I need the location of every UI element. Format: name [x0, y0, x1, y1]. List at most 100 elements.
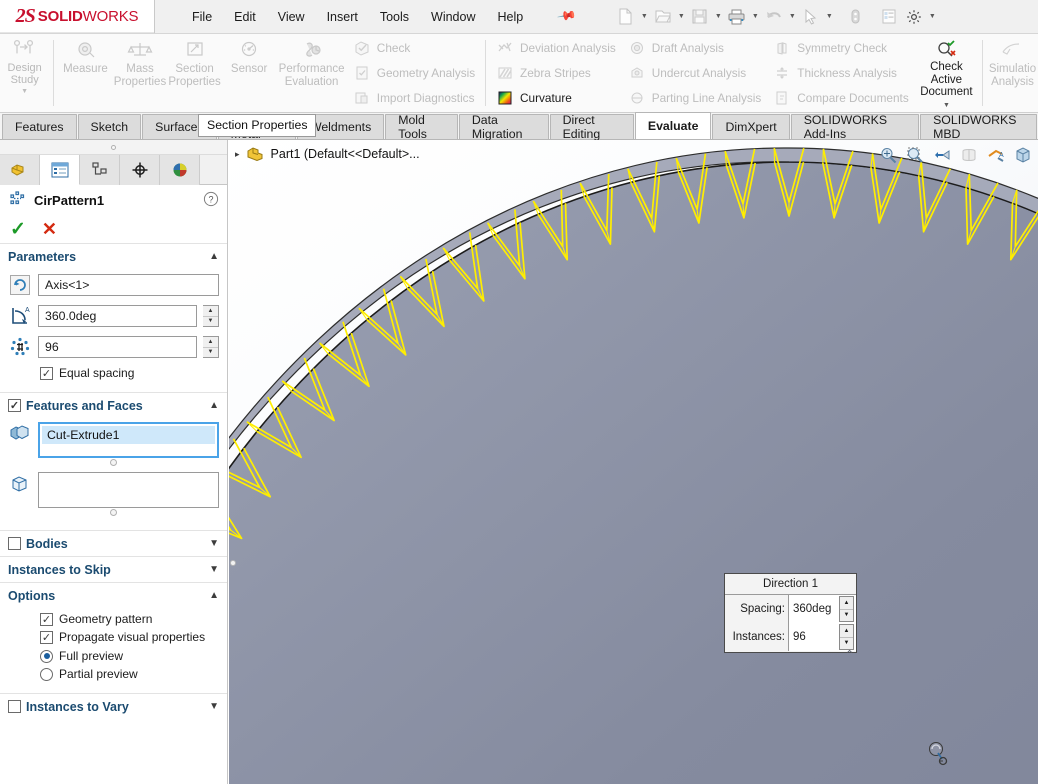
geometry-analysis-button[interactable]: Geometry Analysis	[349, 61, 479, 86]
select-cursor-caret[interactable]	[824, 5, 835, 29]
symmetry-check-button[interactable]: Symmetry Check	[769, 36, 912, 61]
menu-item-tools[interactable]: Tools	[369, 6, 420, 28]
draft-analysis-button[interactable]: Draft Analysis	[624, 36, 766, 61]
feature-tree-icon[interactable]	[0, 155, 40, 185]
cancel-button[interactable]: ✕	[42, 220, 57, 238]
menu-item-view[interactable]: View	[267, 6, 316, 28]
section-features-and-faces-header[interactable]: ✓ Features and Faces ▲	[0, 392, 227, 418]
chevron-up-icon[interactable]: ▲	[209, 251, 219, 262]
solidworks-logo[interactable]: 2S SOLIDWORKS	[0, 0, 155, 33]
callout-collapse-chevron-icon[interactable]: ⌃	[845, 648, 854, 661]
tab-features[interactable]: Features	[2, 114, 77, 139]
curvature-button[interactable]: Curvature	[492, 85, 620, 110]
propagate-visual-properties-checkbox[interactable]: ✓	[40, 630, 53, 644]
full-preview-radio[interactable]	[40, 649, 53, 663]
menu-item-window[interactable]: Window	[420, 6, 486, 28]
geometry-pattern-checkbox[interactable]: ✓	[40, 612, 53, 626]
tab-dimxpert[interactable]: DimXpert	[712, 114, 790, 139]
check-button[interactable]: Check	[349, 36, 479, 61]
new-document-caret[interactable]	[639, 5, 650, 29]
design-study-dropdown[interactable]	[21, 88, 28, 95]
faces-listbox-handle[interactable]	[8, 509, 219, 516]
spacing-stepper[interactable]: ▲ ▼	[839, 596, 854, 622]
tab-evaluate[interactable]: Evaluate	[634, 112, 712, 139]
chevron-down-icon-bodies[interactable]: ▼	[209, 538, 219, 549]
spacing-value[interactable]: 360deg	[789, 603, 839, 615]
partial-preview-row[interactable]: Partial preview	[8, 667, 219, 681]
panel-splitter-handle[interactable]	[228, 548, 238, 578]
list-item[interactable]: Cut-Extrude1	[42, 426, 215, 444]
section-parameters-header[interactable]: Parameters ▲	[0, 243, 227, 269]
display-manager-sphere-icon[interactable]	[160, 155, 200, 185]
configuration-manager-icon[interactable]	[80, 155, 120, 185]
performance-evaluation-button[interactable]: Performance Evaluation	[276, 34, 346, 112]
select-cursor-icon[interactable]	[799, 5, 823, 29]
section-properties-button[interactable]: Section Properties	[167, 34, 222, 112]
bodies-checkbox[interactable]	[8, 537, 21, 550]
deviation-analysis-button[interactable]: Deviation Analysis	[492, 36, 620, 61]
tab-data-migration[interactable]: Data Migration	[458, 113, 549, 141]
geometry-pattern-row[interactable]: ✓ Geometry pattern	[8, 612, 219, 626]
features-and-faces-checkbox[interactable]: ✓	[8, 399, 21, 412]
compare-documents-button[interactable]: Compare Documents	[769, 85, 912, 110]
equal-spacing-row[interactable]: ✓ Equal spacing	[8, 366, 219, 380]
instances-to-vary-checkbox[interactable]	[8, 700, 21, 713]
undo-icon[interactable]	[762, 5, 786, 29]
zebra-stripes-button[interactable]: Zebra Stripes	[492, 61, 620, 86]
partial-preview-radio[interactable]	[40, 667, 53, 681]
options-caret[interactable]	[927, 5, 938, 29]
chevron-down-icon-skip[interactable]: ▼	[209, 564, 219, 575]
menu-item-edit[interactable]: Edit	[223, 6, 267, 28]
instances-callout-value[interactable]: 96	[789, 631, 839, 643]
menu-item-file[interactable]: File	[181, 6, 223, 28]
tab-direct-editing[interactable]: Direct Editing	[549, 113, 634, 141]
check-active-dropdown[interactable]	[943, 102, 950, 109]
axis-field[interactable]: Axis<1>	[38, 274, 219, 296]
options-gear-icon[interactable]	[902, 5, 926, 29]
instances-callout-stepper[interactable]: ▲ ▼	[839, 624, 854, 650]
print-icon[interactable]	[725, 5, 749, 29]
instances-field[interactable]: 96	[38, 336, 197, 358]
graphics-viewport[interactable]: ▸ Part1 (Default<<Default>... A	[229, 140, 1038, 784]
help-question-icon[interactable]: ?	[203, 191, 219, 210]
tab-sketch[interactable]: Sketch	[77, 114, 142, 139]
sensor-button[interactable]: Sensor	[222, 34, 277, 112]
section-bodies-header[interactable]: Bodies ▼	[0, 530, 227, 556]
section-options-header[interactable]: Options ▲	[0, 582, 227, 608]
file-properties-icon[interactable]	[877, 5, 901, 29]
tab-mold-tools[interactable]: Mold Tools	[385, 113, 458, 141]
print-caret[interactable]	[750, 5, 761, 29]
simulation-analysis-button[interactable]: Simulatio Analysis	[987, 34, 1038, 112]
section-instances-to-vary-header[interactable]: Instances to Vary ▼	[0, 693, 227, 719]
new-document-icon[interactable]	[614, 5, 638, 29]
save-caret[interactable]	[713, 5, 724, 29]
save-icon[interactable]	[688, 5, 712, 29]
property-manager-icon[interactable]	[40, 155, 80, 185]
instances-stepper[interactable]: ▲ ▼	[203, 336, 219, 358]
measure-button[interactable]: Measure	[58, 34, 113, 112]
undercut-analysis-button[interactable]: Undercut Analysis	[624, 61, 766, 86]
angle-stepper[interactable]: ▲ ▼	[203, 305, 219, 327]
direction-1-callout[interactable]: Direction 1 Spacing: 360deg ▲ ▼ Instances…	[724, 573, 857, 653]
mass-properties-button[interactable]: Mass Properties	[113, 34, 168, 112]
rebuild-icon[interactable]	[844, 5, 868, 29]
chevron-up-icon-options[interactable]: ▲	[209, 590, 219, 601]
pattern-handle-icon[interactable]	[927, 740, 953, 773]
section-instances-to-skip-header[interactable]: Instances to Skip ▼	[0, 556, 227, 582]
check-active-document-button[interactable]: Check Active Document	[915, 34, 978, 112]
full-preview-row[interactable]: Full preview	[8, 649, 219, 663]
tab-solidworks-mbd[interactable]: SOLIDWORKS MBD	[920, 113, 1038, 141]
menu-item-help[interactable]: Help	[487, 6, 535, 28]
pin-icon[interactable]: 📌	[545, 0, 589, 37]
thickness-analysis-button[interactable]: Thickness Analysis	[769, 61, 912, 86]
panel-resize-grip[interactable]	[0, 140, 227, 155]
accept-button[interactable]: ✓	[10, 220, 26, 239]
propagate-visual-properties-row[interactable]: ✓ Propagate visual properties	[8, 630, 219, 644]
open-document-caret[interactable]	[676, 5, 687, 29]
undo-caret[interactable]	[787, 5, 798, 29]
parting-line-analysis-button[interactable]: Parting Line Analysis	[624, 85, 766, 110]
design-study-button[interactable]: Design Study	[0, 34, 49, 112]
chevron-down-icon-vary[interactable]: ▼	[209, 701, 219, 712]
faces-to-pattern-listbox[interactable]	[38, 472, 219, 508]
chevron-up-icon-ff[interactable]: ▲	[209, 400, 219, 411]
